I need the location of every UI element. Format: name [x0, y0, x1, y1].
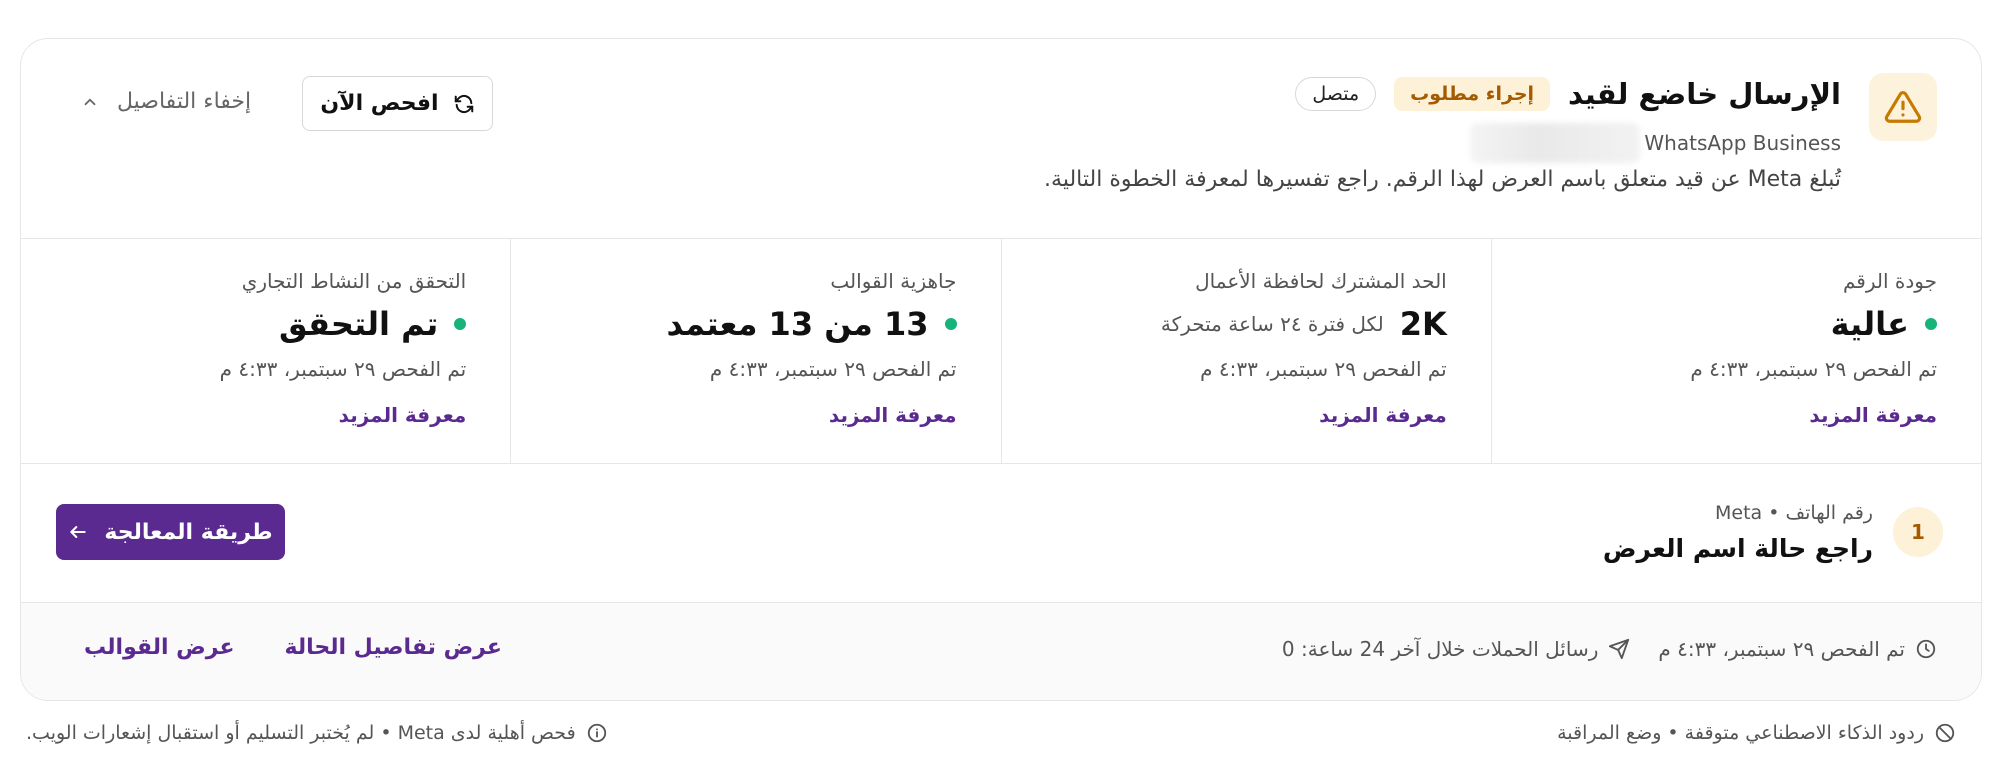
- view-templates-link[interactable]: عرض القوالب: [84, 635, 235, 660]
- hide-details-toggle[interactable]: إخفاء التفاصيل: [81, 89, 251, 114]
- status-dot-icon: [944, 318, 957, 330]
- metric-label: جودة الرقم: [1843, 269, 1937, 293]
- eligibility-text: فحص أهلية لدى Meta • لم يُختبر التسليم أ…: [26, 722, 576, 744]
- metric-label: الحد المشترك لحافظة الأعمال: [1195, 269, 1447, 293]
- metric-value: تم التحقق: [279, 305, 439, 343]
- status-dot-icon: [454, 318, 467, 330]
- chevron-up-icon: [81, 93, 99, 111]
- ai-replies-status: ردود الذكاء الاصطناعي متوقفة • وضع المرا…: [1557, 722, 1956, 744]
- campaign-messages-info: رسائل الحملات خلال آخر 24 ساعة: 0: [1282, 637, 1630, 661]
- learn-more-link[interactable]: معرفة المزيد: [829, 403, 957, 427]
- step-number: 1: [1893, 507, 1943, 557]
- title-row: الإرسال خاضع لقيد إجراء مطلوب متصل: [1295, 77, 1841, 111]
- metric-templates-readiness: جاهزية القوالب 13 من 13 معتمد تم الفحص ٢…: [510, 239, 1000, 463]
- metric-checked-time: تم الفحص ٢٩ سبتمبر، ٤:٣٣ م: [1200, 357, 1447, 381]
- status-dot-icon: [1925, 318, 1937, 330]
- metric-extra: لكل فترة ٢٤ ساعة متحركة: [1160, 312, 1384, 336]
- info-icon: [586, 722, 608, 744]
- metric-checked-time: تم الفحص ٢٩ سبتمبر، ٤:٣٣ م: [219, 357, 467, 381]
- ban-icon: [1934, 722, 1956, 744]
- metric-value: 13 من 13 معتمد: [666, 305, 929, 343]
- card-header: الإرسال خاضع لقيد إجراء مطلوب متصل Whats…: [21, 39, 1981, 238]
- warning-triangle-icon: [1884, 88, 1922, 126]
- step-meta: رقم الهاتف • Meta: [1715, 502, 1873, 524]
- footer-links: عرض القوالب عرض تفاصيل الحالة: [84, 635, 502, 660]
- footer-info: تم الفحص ٢٩ سبتمبر، ٤:٣٣ م رسائل الحملات…: [1282, 637, 1937, 661]
- remediation-step: 1 رقم الهاتف • Meta راجع حالة اسم العرض …: [21, 464, 1981, 603]
- hide-details-label: إخفاء التفاصيل: [117, 89, 252, 114]
- metric-label: التحقق من النشاط التجاري: [241, 269, 467, 293]
- page-title: الإرسال خاضع لقيد: [1568, 77, 1841, 111]
- metrics-grid: جودة الرقم عالية تم الفحص ٢٩ سبتمبر، ٤:٣…: [21, 238, 1981, 464]
- metric-checked-time: تم الفحص ٢٩ سبتمبر، ٤:٣٣ م: [1690, 357, 1937, 381]
- metric-value-row: 13 من 13 معتمد: [667, 305, 957, 343]
- check-now-button[interactable]: افحص الآن: [302, 76, 493, 131]
- arrow-left-icon: [68, 522, 88, 542]
- metric-checked-time: تم الفحص ٢٩ سبتمبر، ٤:٣٣ م: [709, 357, 957, 381]
- how-to-fix-button[interactable]: طريقة المعالجة: [56, 504, 285, 560]
- header-description: تُبلغ Meta عن قيد متعلق باسم العرض لهذا …: [1044, 167, 1841, 192]
- learn-more-link[interactable]: معرفة المزيد: [339, 403, 467, 427]
- clock-icon: [1915, 638, 1937, 660]
- ai-replies-text: ردود الذكاء الاصطناعي متوقفة • وضع المرا…: [1557, 722, 1924, 744]
- account-subtitle: WhatsApp Business: [1644, 131, 1841, 155]
- metric-value-row: عالية: [1831, 305, 1937, 343]
- eligibility-note: فحص أهلية لدى Meta • لم يُختبر التسليم أ…: [26, 722, 608, 744]
- check-now-label: افحص الآن: [320, 91, 439, 116]
- refresh-icon: [453, 93, 475, 115]
- metric-value-row: 2K لكل فترة ٢٤ ساعة متحركة: [1161, 305, 1447, 343]
- status-card: الإرسال خاضع لقيد إجراء مطلوب متصل Whats…: [20, 38, 1982, 701]
- learn-more-link[interactable]: معرفة المزيد: [1809, 403, 1937, 427]
- last-checked-info: تم الفحص ٢٩ سبتمبر، ٤:٣٣ م: [1658, 637, 1937, 661]
- connection-status-badge: متصل: [1295, 77, 1377, 111]
- metric-business-verification: التحقق من النشاط التجاري تم التحقق تم ال…: [21, 239, 510, 463]
- send-icon: [1608, 638, 1630, 660]
- metric-value-row: تم التحقق: [279, 305, 467, 343]
- view-status-details-link[interactable]: عرض تفاصيل الحالة: [285, 635, 502, 660]
- metric-label: جاهزية القوالب: [830, 269, 957, 293]
- card-footer: تم الفحص ٢٩ سبتمبر، ٤:٣٣ م رسائل الحملات…: [21, 603, 1981, 700]
- step-title: راجع حالة اسم العرض: [1602, 534, 1873, 563]
- campaign-messages-text: رسائل الحملات خلال آخر 24 ساعة: 0: [1281, 637, 1599, 661]
- redacted-phone-number: [1470, 123, 1641, 163]
- learn-more-link[interactable]: معرفة المزيد: [1319, 403, 1447, 427]
- last-checked-text: تم الفحص ٢٩ سبتمبر، ٤:٣٣ م: [1658, 637, 1905, 661]
- metric-number-quality: جودة الرقم عالية تم الفحص ٢٩ سبتمبر، ٤:٣…: [1490, 239, 1981, 463]
- subtitle-row: WhatsApp Business: [1470, 123, 1841, 163]
- warning-badge: [1869, 73, 1937, 141]
- metric-value: 2K: [1399, 305, 1447, 343]
- metric-messaging-limit: الحد المشترك لحافظة الأعمال 2K لكل فترة …: [1000, 239, 1491, 463]
- how-to-fix-label: طريقة المعالجة: [104, 519, 273, 545]
- metric-value: عالية: [1830, 305, 1909, 343]
- action-required-badge: إجراء مطلوب: [1394, 77, 1551, 111]
